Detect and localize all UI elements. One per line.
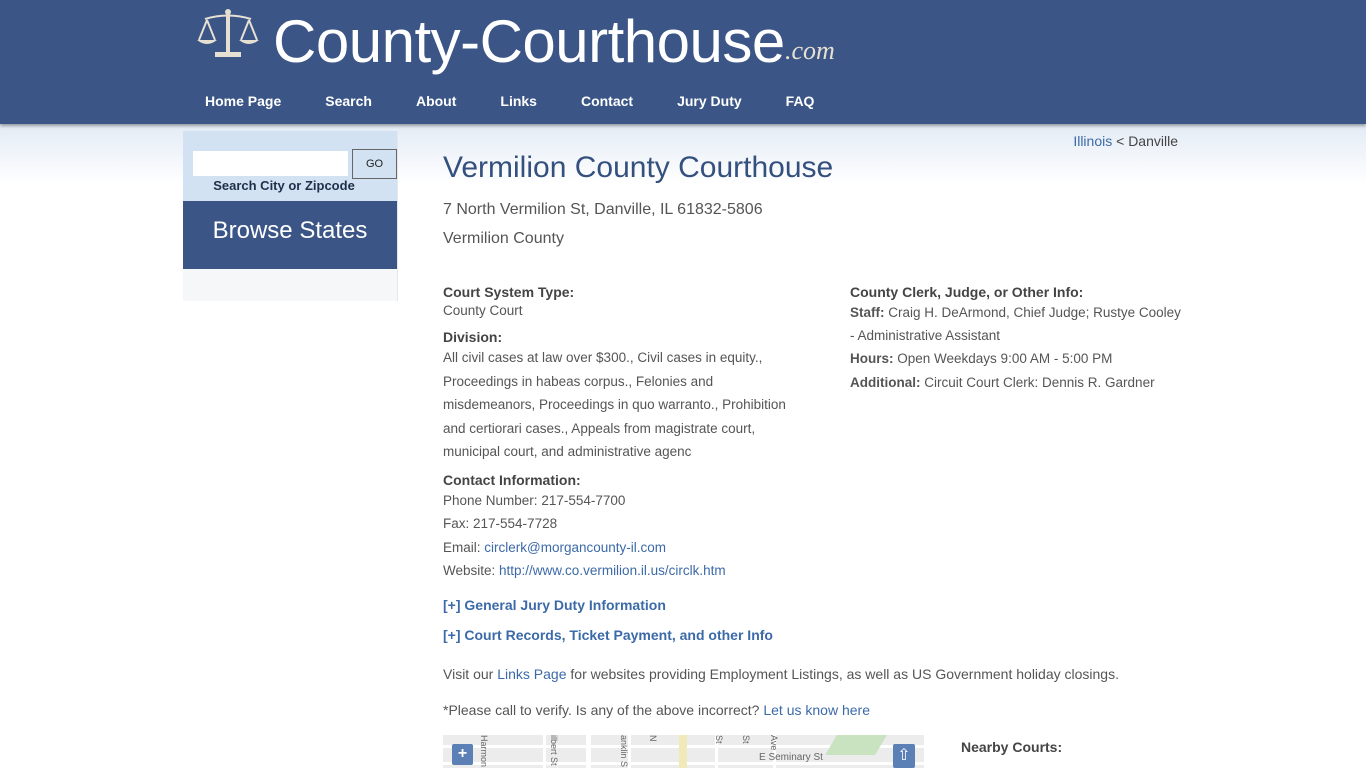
- fax-label: Fax:: [443, 516, 474, 531]
- street-label: Harmon: [479, 735, 489, 768]
- email-label: Email:: [443, 539, 485, 555]
- street-label: Ave: [769, 735, 779, 751]
- street-label: E Seminary St: [759, 752, 823, 763]
- email-link[interactable]: circlerk@morgancounty-il.com: [484, 540, 666, 555]
- map-zoom-in-button[interactable]: +: [452, 744, 473, 765]
- court-type-label: Court System Type:: [443, 284, 575, 300]
- other-info-heading: County Clerk, Judge, or Other Info:: [850, 284, 1084, 300]
- verify-notice: *Please call to verify. Is any of the ab…: [443, 702, 870, 719]
- street-label: St: [741, 735, 751, 744]
- additional-label: Additional:: [850, 374, 921, 390]
- breadcrumb-separator: <: [1112, 133, 1129, 149]
- breadcrumb: Illinois < Danville: [1073, 133, 1178, 149]
- court-type-value: County Court: [443, 303, 523, 318]
- nav-jury-duty[interactable]: Jury Duty: [655, 90, 764, 114]
- search-box: GO Search City or Zipcode: [183, 131, 397, 201]
- fax-value: 217-554-7728: [473, 516, 558, 531]
- phone-row: Phone Number: 217-554-7700: [443, 489, 788, 513]
- court-type-section: Court System Type: County Court: [443, 284, 788, 321]
- map-divider: [586, 735, 591, 768]
- website-link[interactable]: http://www.co.vermilion.il.us/circlk.htm: [499, 563, 726, 578]
- nearby-courts-heading: Nearby Courts:: [961, 739, 1063, 755]
- main-nav: Home Page Search About Links Contact Jur…: [183, 90, 836, 114]
- street-label: ilbert St: [549, 735, 559, 766]
- street-label: N: [648, 735, 658, 742]
- verify-text: *Please call to verify. Is any of the ab…: [443, 702, 764, 718]
- nav-home-page[interactable]: Home Page: [183, 90, 303, 114]
- fax-row: Fax: 217-554-7728: [443, 512, 788, 536]
- website-label: Website:: [443, 563, 500, 578]
- visit-prefix: Visit our: [443, 666, 498, 682]
- main-content: Vermilion County Courthouse 7 North Verm…: [443, 150, 1183, 249]
- contact-section: Contact Information: Phone Number: 217-5…: [443, 472, 788, 583]
- breadcrumb-state-link[interactable]: Illinois: [1073, 133, 1112, 149]
- go-button[interactable]: GO: [352, 149, 397, 179]
- links-page-link[interactable]: Links Page: [497, 666, 566, 682]
- links-notice: Visit our Links Page for websites provid…: [443, 666, 1119, 683]
- staff-value: Craig H. DeArmond, Chief Judge; Rustye C…: [850, 305, 1181, 343]
- website-row: Website: http://www.co.vermilion.il.us/c…: [443, 559, 788, 583]
- additional-value: Circuit Court Clerk: Dennis R. Gardner: [920, 374, 1155, 390]
- map-park: [825, 735, 887, 755]
- map-highway: [679, 735, 687, 768]
- division-value: All civil cases at law over $300., Civil…: [443, 350, 786, 459]
- other-info: County Clerk, Judge, or Other Info: Staf…: [850, 284, 1185, 394]
- staff-row: Staff: Craig H. DeArmond, Chief Judge; R…: [850, 301, 1185, 347]
- let-us-know-link[interactable]: Let us know here: [763, 702, 870, 718]
- nav-faq[interactable]: FAQ: [764, 90, 837, 114]
- page-title: Vermilion County Courthouse: [443, 151, 834, 184]
- email-row: Email: circlerk@morgancounty-il.com: [443, 536, 788, 560]
- site-header: County-Courthouse .com Home Page Search …: [0, 0, 1366, 124]
- location-map[interactable]: Harmon ilbert St anklin S N St St Ave E …: [443, 735, 924, 768]
- staff-label: Staff:: [850, 305, 885, 320]
- division-label: Division:: [443, 329, 503, 345]
- phone-label: Phone Number:: [443, 492, 542, 508]
- street-label: St: [714, 735, 724, 744]
- site-logo-text[interactable]: County-Courthouse: [273, 6, 785, 78]
- phone-value: 217-554-7700: [541, 492, 626, 508]
- browse-states-button[interactable]: Browse States: [183, 201, 397, 269]
- county-name: Vermilion County: [443, 230, 564, 247]
- court-details: Court System Type: County Court Division…: [443, 284, 788, 643]
- scroll-to-top-icon[interactable]: ⇧: [893, 744, 915, 768]
- city-zip-search-input[interactable]: [193, 151, 348, 176]
- visit-suffix: for websites providing Employment Listin…: [566, 666, 1119, 682]
- jury-duty-expander[interactable]: [+] General Jury Duty Information: [443, 597, 788, 613]
- hours-row: Hours: Open Weekdays 9:00 AM - 5:00 PM: [850, 347, 1185, 371]
- nav-links[interactable]: Links: [478, 90, 559, 114]
- hours-value: Open Weekdays 9:00 AM - 5:00 PM: [893, 351, 1113, 366]
- site-logo-tld: .com: [785, 36, 835, 65]
- map-road: [543, 735, 546, 768]
- courthouse-address: 7 North Vermilion St, Danville, IL 61832…: [443, 201, 763, 218]
- search-label: Search City or Zipcode: [213, 178, 355, 193]
- nav-contact[interactable]: Contact: [559, 90, 655, 114]
- street-label: anklin S: [619, 735, 629, 768]
- division-section: Division: All civil cases at law over $3…: [443, 329, 788, 464]
- nav-about[interactable]: About: [394, 90, 478, 114]
- scales-of-justice-icon[interactable]: [195, 8, 261, 60]
- court-records-expander[interactable]: [+] Court Records, Ticket Payment, and o…: [443, 627, 788, 643]
- additional-row: Additional: Circuit Court Clerk: Dennis …: [850, 371, 1185, 395]
- nav-search[interactable]: Search: [303, 90, 394, 114]
- contact-label: Contact Information:: [443, 471, 581, 488]
- breadcrumb-city: Danville: [1128, 133, 1178, 149]
- sidebar: GO Search City or Zipcode Browse States: [183, 131, 398, 301]
- hours-label: Hours:: [850, 351, 894, 366]
